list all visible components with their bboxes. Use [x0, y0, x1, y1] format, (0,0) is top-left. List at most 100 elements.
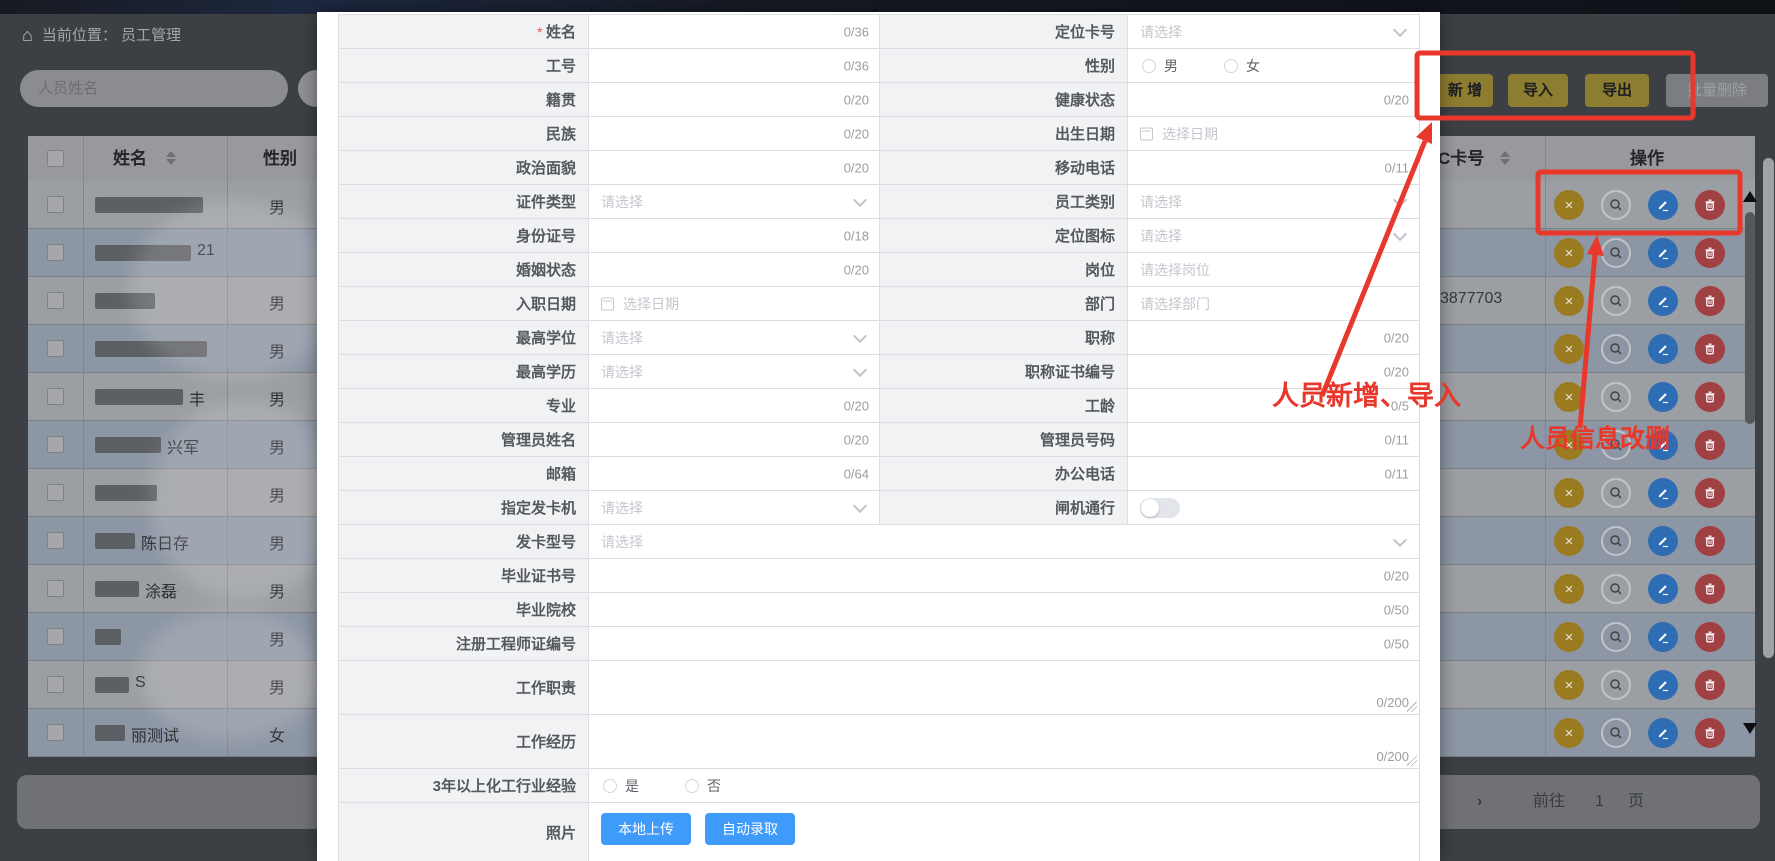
- disable-button[interactable]: ✕: [1554, 718, 1584, 748]
- table-scrollbar-thumb[interactable]: [1745, 212, 1755, 424]
- radio-cell[interactable]: 是否: [589, 769, 1419, 802]
- text-input[interactable]: 0/50: [589, 627, 1419, 660]
- row-checkbox[interactable]: [47, 388, 64, 405]
- edit-button[interactable]: [1648, 334, 1678, 364]
- select-input[interactable]: 请选择: [589, 491, 879, 524]
- search-input[interactable]: 人员姓名: [20, 70, 288, 107]
- toggle-switch[interactable]: [1140, 498, 1180, 518]
- page-scrollbar[interactable]: [1763, 158, 1774, 658]
- radio-option[interactable]: 女: [1224, 56, 1260, 76]
- delete-button[interactable]: [1695, 574, 1725, 604]
- disable-button[interactable]: ✕: [1554, 286, 1584, 316]
- text-input[interactable]: 0/18: [589, 219, 879, 252]
- delete-button[interactable]: [1695, 670, 1725, 700]
- view-button[interactable]: [1601, 718, 1631, 748]
- row-checkbox[interactable]: [47, 340, 64, 357]
- export-button[interactable]: 导出: [1585, 74, 1649, 107]
- delete-button[interactable]: [1695, 190, 1725, 220]
- scroll-up-icon[interactable]: [1743, 191, 1757, 202]
- row-checkbox[interactable]: [47, 292, 64, 309]
- radio-option[interactable]: 是: [603, 776, 639, 796]
- edit-button[interactable]: [1648, 286, 1678, 316]
- text-input[interactable]: 0/64: [589, 457, 879, 490]
- edit-button[interactable]: [1648, 574, 1678, 604]
- view-button[interactable]: [1601, 334, 1631, 364]
- delete-button[interactable]: [1695, 382, 1725, 412]
- text-input[interactable]: 0/36: [589, 49, 879, 82]
- batch-delete-button[interactable]: 批量删除: [1666, 74, 1768, 107]
- delete-button[interactable]: [1695, 286, 1725, 316]
- view-button[interactable]: [1601, 190, 1631, 220]
- text-input[interactable]: 0/20: [1128, 321, 1419, 354]
- toggle-cell[interactable]: [1128, 491, 1419, 524]
- text-input[interactable]: 0/20: [589, 253, 879, 286]
- edit-button[interactable]: [1648, 718, 1678, 748]
- edit-button[interactable]: [1648, 670, 1678, 700]
- column-header-card[interactable]: C卡号: [1438, 136, 1484, 181]
- view-button[interactable]: [1601, 478, 1631, 508]
- disable-button[interactable]: ✕: [1554, 190, 1584, 220]
- row-checkbox[interactable]: [47, 628, 64, 645]
- disable-button[interactable]: ✕: [1554, 382, 1584, 412]
- select-input[interactable]: 请选择: [589, 355, 879, 388]
- disable-button[interactable]: ✕: [1554, 574, 1584, 604]
- disable-button[interactable]: ✕: [1554, 238, 1584, 268]
- delete-button[interactable]: [1695, 526, 1725, 556]
- edit-button[interactable]: [1648, 526, 1678, 556]
- select-all-checkbox[interactable]: [47, 150, 64, 167]
- delete-button[interactable]: [1695, 334, 1725, 364]
- pagination-goto-input[interactable]: 1: [1595, 775, 1604, 829]
- column-header-gender[interactable]: 性别: [263, 136, 297, 181]
- import-button[interactable]: 导入: [1508, 74, 1568, 107]
- radio-cell[interactable]: 男女: [1128, 49, 1419, 82]
- text-input[interactable]: 0/20: [1128, 83, 1419, 116]
- column-header-name[interactable]: 姓名: [113, 136, 147, 181]
- row-checkbox[interactable]: [47, 676, 64, 693]
- local-upload-button[interactable]: 本地上传: [601, 813, 691, 845]
- edit-button[interactable]: [1648, 382, 1678, 412]
- delete-button[interactable]: [1695, 622, 1725, 652]
- row-checkbox[interactable]: [47, 484, 64, 501]
- edit-button[interactable]: [1648, 190, 1678, 220]
- row-checkbox[interactable]: [47, 196, 64, 213]
- delete-button[interactable]: [1695, 478, 1725, 508]
- edit-button[interactable]: [1648, 622, 1678, 652]
- text-input[interactable]: 0/11: [1128, 457, 1419, 490]
- disable-button[interactable]: ✕: [1554, 526, 1584, 556]
- edit-button[interactable]: [1648, 478, 1678, 508]
- view-button[interactable]: [1601, 286, 1631, 316]
- auto-capture-button[interactable]: 自动录取: [705, 813, 795, 845]
- pagination-next-icon[interactable]: ›: [1477, 775, 1482, 829]
- row-checkbox[interactable]: [47, 436, 64, 453]
- text-input[interactable]: 0/20: [589, 83, 879, 116]
- edit-button[interactable]: [1648, 238, 1678, 268]
- scroll-down-icon[interactable]: [1743, 723, 1757, 734]
- disable-button[interactable]: ✕: [1554, 334, 1584, 364]
- view-button[interactable]: [1601, 526, 1631, 556]
- delete-button[interactable]: [1695, 430, 1725, 460]
- text-input[interactable]: 0/20: [589, 559, 1419, 592]
- textarea-input[interactable]: 0/200: [589, 661, 1419, 714]
- picker-input[interactable]: 请选择部门: [1128, 287, 1419, 320]
- text-input[interactable]: 0/20: [589, 151, 879, 184]
- select-input[interactable]: 请选择: [589, 321, 879, 354]
- select-input[interactable]: 请选择: [589, 525, 1419, 558]
- resize-handle-icon[interactable]: [1407, 756, 1417, 766]
- disable-button[interactable]: ✕: [1554, 622, 1584, 652]
- textarea-input[interactable]: 0/200: [589, 715, 1419, 768]
- select-input[interactable]: 请选择: [1128, 185, 1419, 218]
- view-button[interactable]: [1601, 574, 1631, 604]
- radio-option[interactable]: 否: [685, 776, 721, 796]
- disable-button[interactable]: ✕: [1554, 478, 1584, 508]
- row-checkbox[interactable]: [47, 532, 64, 549]
- text-input[interactable]: 0/11: [1128, 151, 1419, 184]
- row-checkbox[interactable]: [47, 724, 64, 741]
- text-input[interactable]: 0/50: [589, 593, 1419, 626]
- view-button[interactable]: [1601, 670, 1631, 700]
- select-input[interactable]: 请选择: [1128, 15, 1419, 48]
- resize-handle-icon[interactable]: [1407, 702, 1417, 712]
- date-input[interactable]: 选择日期: [1128, 117, 1419, 150]
- row-checkbox[interactable]: [47, 244, 64, 261]
- text-input[interactable]: 0/20: [589, 389, 879, 422]
- disable-button[interactable]: ✕: [1554, 670, 1584, 700]
